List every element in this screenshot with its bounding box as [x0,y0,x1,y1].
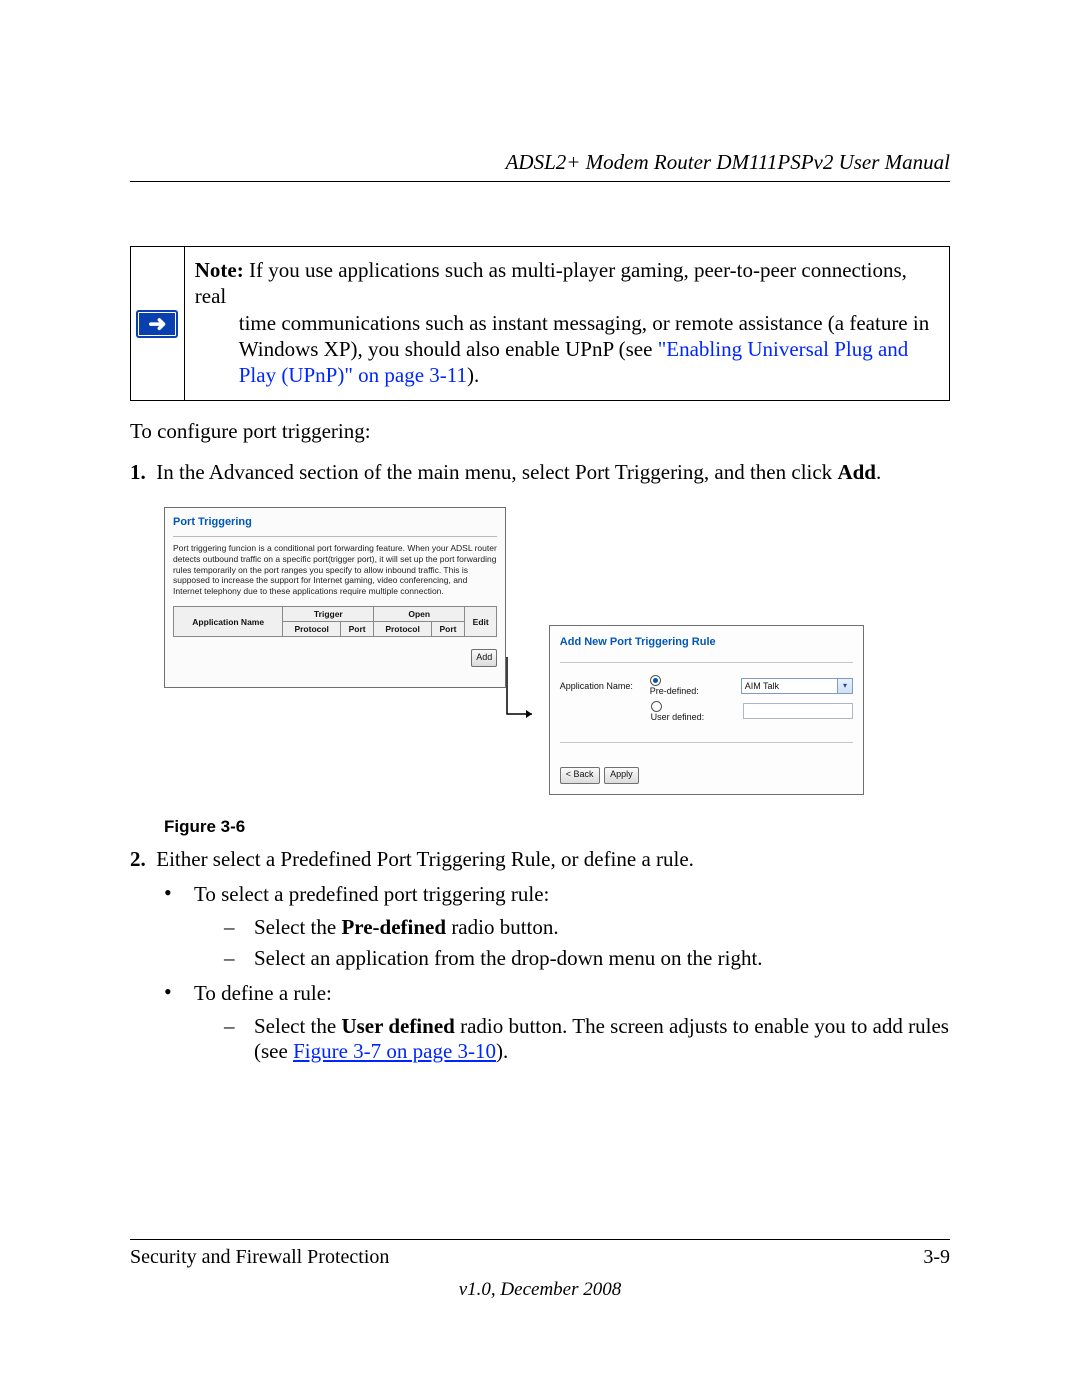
bullet-define: To define a rule: Select the User define… [164,981,950,1064]
figure-3-6: Port Triggering Port triggering funcion … [164,507,864,836]
th-edit: Edit [465,607,497,637]
figure-3-7-link[interactable]: Figure 3-7 on page 3-10 [293,1039,496,1063]
footer-chapter: Security and Firewall Protection [130,1246,389,1269]
step-1-text-a: In the Advanced section of the main menu… [156,460,837,484]
note-line3-prefix: Windows XP), you should also enable UPnP… [239,337,658,361]
th-open-protocol: Protocol [374,622,432,637]
note-box: ➜ Note: If you use applications such as … [130,246,950,401]
th-open: Open [374,607,465,622]
page-footer: Security and Firewall Protection 3-9 v1.… [130,1239,950,1301]
note-icon-cell: ➜ [131,247,185,400]
connector-arrow-icon [502,507,542,737]
dash-userdef: Select the User defined radio button. Th… [224,1014,950,1064]
port-trigger-table: Application Name Trigger Open Edit Proto… [173,606,497,637]
th-trigger-protocol: Protocol [283,622,341,637]
predefined-radio[interactable] [650,675,661,686]
d1a-bold: Pre-defined [341,915,446,939]
th-open-port: Port [431,622,464,637]
bullet-define-text: To define a rule: [194,981,332,1005]
footer-page-number: 3-9 [923,1246,950,1269]
predefined-radio-label: Pre-defined: [650,686,720,696]
appname-label: Application Name: [560,681,642,691]
arrow-right-icon: ➜ [136,310,178,338]
footer-rule [130,1239,950,1240]
application-select[interactable]: AIM Talk ▾ [741,678,853,694]
note-line2: time communications such as instant mess… [195,310,935,336]
panelA-title: Port Triggering [173,516,497,528]
th-trigger: Trigger [283,607,374,622]
figure-caption: Figure 3-6 [164,817,864,837]
step-1-text-b: . [876,460,881,484]
userdefined-radio[interactable] [651,701,662,712]
step-1-number: 1. [130,460,146,484]
figure-connector [516,507,539,794]
dash-select-app: Select an application from the drop-down… [224,946,950,971]
panelA-desc: Port triggering funcion is a conditional… [173,543,497,596]
note-line3-suffix: ). [467,363,479,387]
d2a-bold: User defined [341,1014,454,1038]
d2a-end: ). [496,1039,508,1063]
note-label: Note: [195,258,244,282]
note-text: Note: If you use applications such as mu… [185,247,949,400]
th-trigger-port: Port [340,622,373,637]
header-rule [130,181,950,182]
panelB-title: Add New Port Triggering Rule [560,636,853,648]
panelB-hr [560,662,853,663]
back-button[interactable]: < Back [560,767,600,784]
chevron-down-icon: ▾ [837,679,852,693]
d1a-post: radio button. [446,915,559,939]
application-select-value: AIM Talk [745,680,779,692]
th-appname: Application Name [174,607,283,637]
step-2-number: 2. [130,847,146,871]
panelA-hr [173,536,497,537]
add-rule-panel: Add New Port Triggering Rule Application… [549,625,864,794]
note-line1: If you use applications such as multi-pl… [195,258,907,308]
step-2-text: Either select a Predefined Port Triggeri… [156,847,694,871]
arrow-glyph: ➜ [148,313,166,335]
port-triggering-panel: Port Triggering Port triggering funcion … [164,507,506,688]
d2a-pre: Select the [254,1014,341,1038]
bullet-predefined: To select a predefined port triggering r… [164,882,950,971]
userdefined-input[interactable] [743,703,854,719]
bullet-predefined-text: To select a predefined port triggering r… [194,882,549,906]
apply-button[interactable]: Apply [604,767,639,784]
intro-para: To configure port triggering: [130,419,950,444]
add-button[interactable]: Add [471,649,497,667]
panelB-hr2 [560,742,853,743]
footer-version: v1.0, December 2008 [130,1279,950,1301]
d1a-pre: Select the [254,915,341,939]
dash-predef-radio: Select the Pre-defined radio button. [224,915,950,940]
page-header-title: ADSL2+ Modem Router DM111PSPv2 User Manu… [130,150,950,175]
userdefined-radio-label: User defined: [651,712,721,722]
step-1-bold: Add [837,460,876,484]
